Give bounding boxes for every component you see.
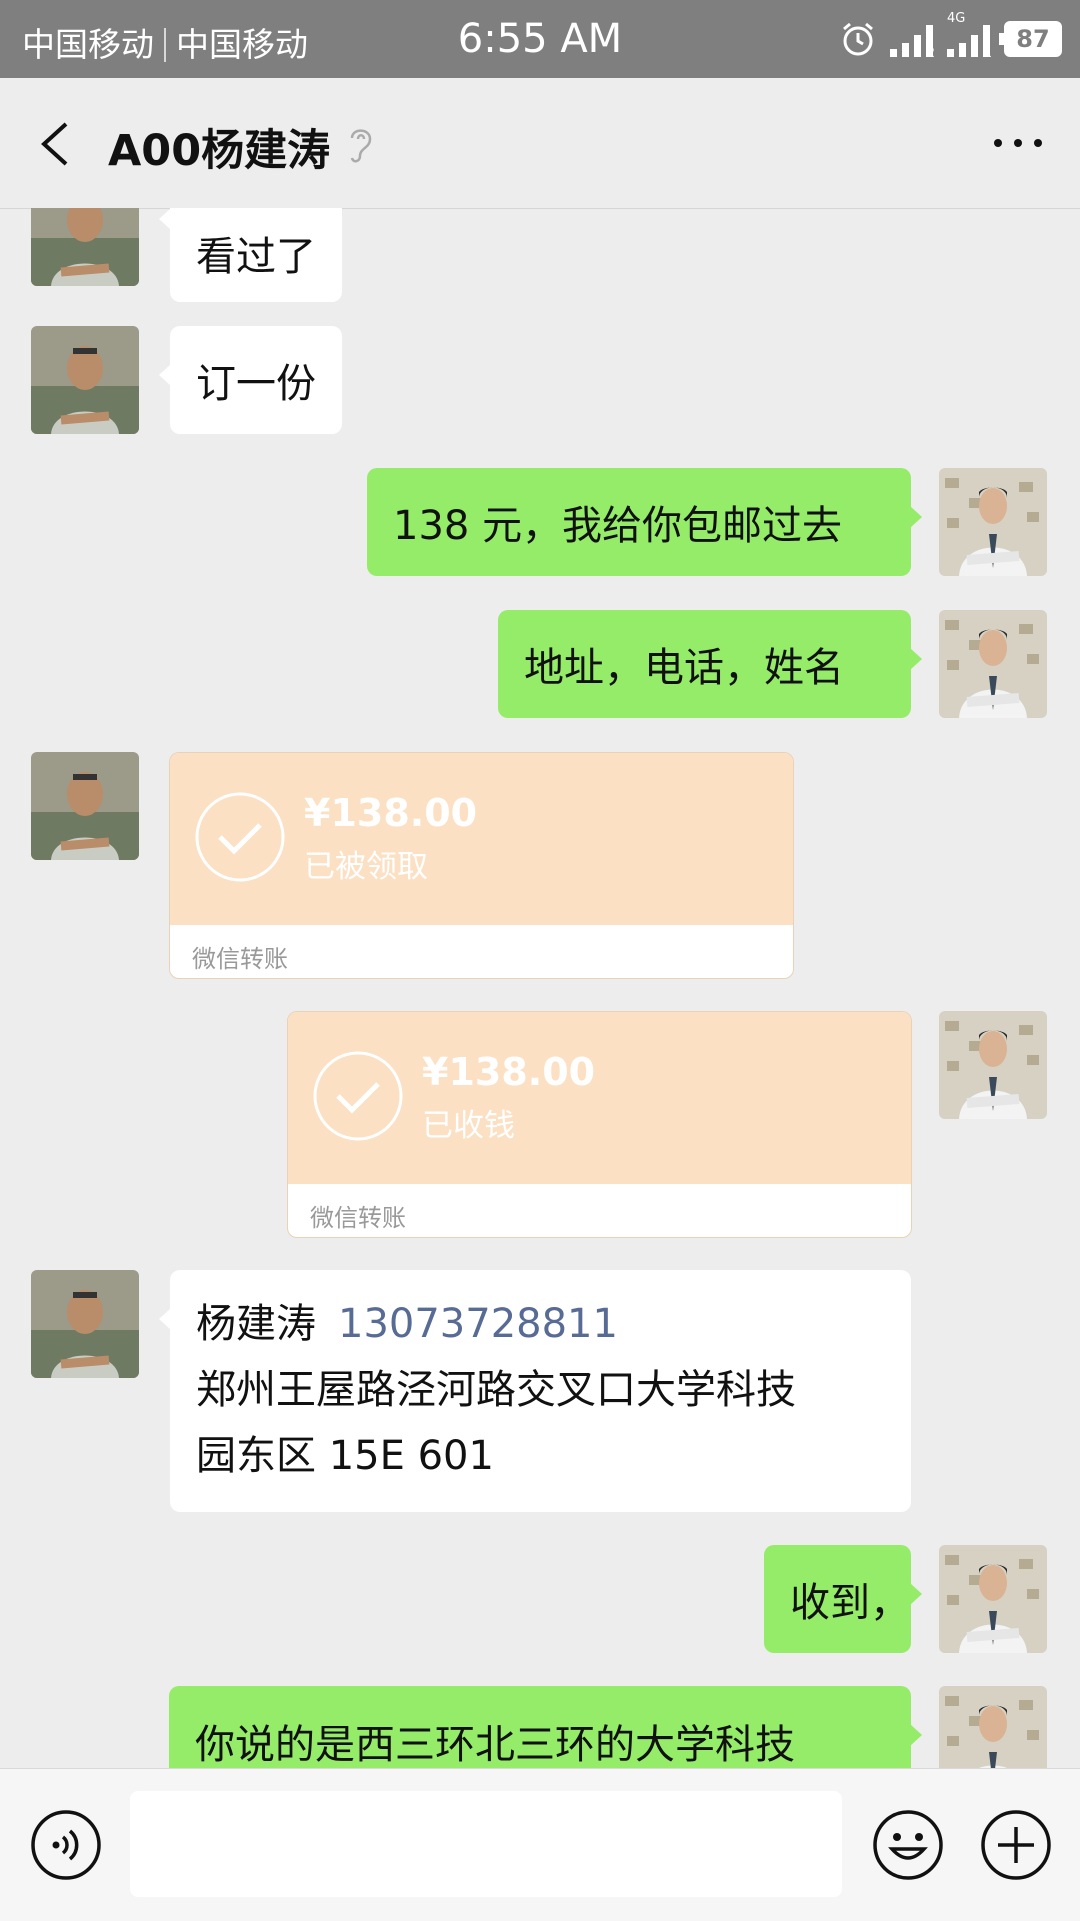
check-circle-icon xyxy=(313,1051,403,1141)
status-bar: 中国移动 中国移动 6:55 AM 2 4G 1 87 xyxy=(0,0,1080,78)
message-sent[interactable]: 收到， xyxy=(764,1545,922,1653)
signal-sim2-icon: 2 xyxy=(890,21,935,61)
more-options-icon[interactable] xyxy=(990,128,1046,158)
sim2-number: 1 xyxy=(983,46,992,61)
transfer-amount: ¥138.00 xyxy=(304,791,478,835)
back-arrow-icon[interactable] xyxy=(32,116,82,172)
transfer-card-received[interactable]: ¥138.00 已被领取 微信转账 xyxy=(169,752,794,979)
more-functions-plus-icon[interactable] xyxy=(980,1809,1052,1881)
message-list[interactable]: 看过了 订一份 138 元，我给你包邮过去 地址，电话，姓名 ¥138.00 已… xyxy=(0,208,1080,1768)
message-received[interactable]: 看过了 xyxy=(159,208,342,302)
phone-link[interactable]: 13073728811 xyxy=(338,1301,618,1347)
address-line-1: 郑州王屋路泾河路交叉口大学科技 xyxy=(196,1367,796,1413)
message-sent[interactable]: 138 元，我给你包邮过去 xyxy=(367,468,922,576)
message-sent[interactable]: 地址，电话，姓名 xyxy=(498,610,922,718)
network-type: 4G xyxy=(947,11,966,26)
avatar-self[interactable] xyxy=(939,468,1047,576)
emoji-icon[interactable] xyxy=(872,1809,944,1881)
chat-header: A00杨建涛 xyxy=(0,78,1080,209)
chat-title: A00杨建涛 xyxy=(108,126,331,176)
transfer-amount: ¥138.00 xyxy=(422,1050,596,1094)
transfer-status: 已收钱 xyxy=(422,1108,515,1144)
contact-name: 杨建涛 xyxy=(196,1301,316,1347)
status-icons: 2 4G 1 87 xyxy=(840,11,1062,62)
message-received[interactable]: 订一份 xyxy=(159,326,342,434)
input-bar xyxy=(0,1768,1080,1921)
transfer-status: 已被领取 xyxy=(304,849,428,885)
sim1-number: 2 xyxy=(926,46,935,61)
avatar-self[interactable] xyxy=(939,1011,1047,1119)
address-line-2: 园东区 15E 601 xyxy=(196,1433,494,1479)
contact-line-1: 杨建涛 13073728811 xyxy=(196,1291,885,1357)
avatar-contact[interactable] xyxy=(31,326,139,434)
message-sent[interactable]: 你说的是西三环北三环的大学科技 xyxy=(169,1686,922,1768)
avatar-self[interactable] xyxy=(939,1686,1047,1768)
signal-sim1-icon: 4G 1 xyxy=(947,11,992,61)
battery-icon: 87 xyxy=(999,21,1062,57)
transfer-card-sent[interactable]: ¥138.00 已收钱 微信转账 xyxy=(287,1011,912,1238)
avatar-contact[interactable] xyxy=(31,208,139,286)
message-received-address[interactable]: 杨建涛 13073728811 郑州王屋路泾河路交叉口大学科技 园东区 15E 6… xyxy=(159,1270,911,1512)
message-input[interactable] xyxy=(130,1791,842,1897)
earpiece-mode-icon xyxy=(350,129,372,163)
avatar-contact[interactable] xyxy=(31,752,139,860)
avatar-self[interactable] xyxy=(939,610,1047,718)
avatar-self[interactable] xyxy=(939,1545,1047,1653)
voice-input-icon[interactable] xyxy=(30,1809,102,1881)
avatar-contact[interactable] xyxy=(31,1270,139,1378)
alarm-icon xyxy=(843,22,873,56)
check-circle-icon xyxy=(195,792,285,882)
transfer-footer: 微信转账 xyxy=(310,1204,406,1232)
transfer-footer: 微信转账 xyxy=(192,945,288,973)
